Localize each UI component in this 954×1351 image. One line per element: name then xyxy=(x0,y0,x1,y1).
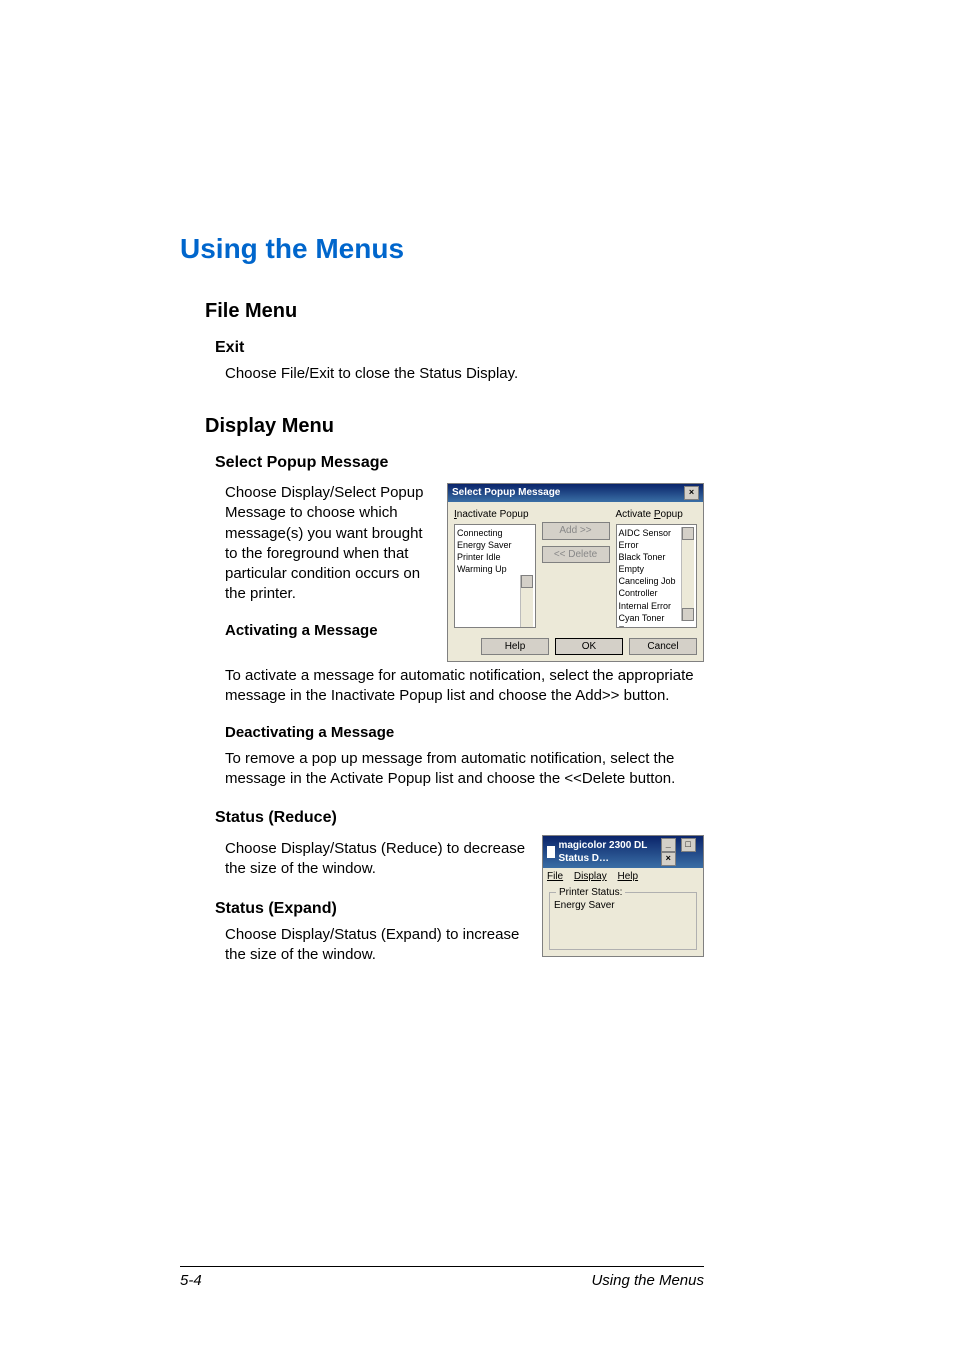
heading-display-menu: Display Menu xyxy=(205,413,704,440)
inactivate-listbox[interactable]: ConnectingEnergy SaverPrinter IdleWarmin… xyxy=(454,524,536,628)
printer-status-label: Printer Status: xyxy=(556,886,625,900)
footer-title: Using the Menus xyxy=(591,1271,704,1291)
close-icon[interactable]: × xyxy=(661,852,676,866)
cancel-button[interactable]: Cancel xyxy=(629,638,697,656)
heading-select-popup: Select Popup Message xyxy=(215,452,704,474)
body-activating: To activate a message for automatic noti… xyxy=(225,666,704,707)
list-item[interactable]: Warming Up xyxy=(457,563,533,575)
dialog-title: Select Popup Message xyxy=(452,486,560,500)
body-status-reduce: Choose Display/Status (Reduce) to decrea… xyxy=(225,839,530,880)
body-status-expand: Choose Display/Status (Expand) to increa… xyxy=(225,925,530,966)
scrollbar[interactable] xyxy=(681,527,694,621)
help-button[interactable]: Help xyxy=(481,638,549,656)
page-title: Using the Menus xyxy=(180,230,704,268)
scrollbar[interactable] xyxy=(520,575,533,627)
body-deactivating: To remove a pop up message from automati… xyxy=(225,749,704,790)
list-item[interactable]: Printer Idle xyxy=(457,551,533,563)
heading-status-reduce: Status (Reduce) xyxy=(215,807,704,829)
heading-exit: Exit xyxy=(215,337,704,359)
heading-deactivating: Deactivating a Message xyxy=(225,723,704,743)
printer-status-group: Printer Status: Energy Saver xyxy=(549,892,697,950)
body-select-popup: Choose Display/Select Popup Message to c… xyxy=(225,483,435,605)
menubar[interactable]: File Display Help xyxy=(543,868,703,886)
list-item[interactable]: Energy Saver xyxy=(457,539,533,551)
menu-file[interactable]: File xyxy=(547,871,563,882)
close-icon[interactable]: × xyxy=(684,486,699,500)
heading-file-menu: File Menu xyxy=(205,298,704,325)
menu-help[interactable]: Help xyxy=(617,871,638,882)
inactivate-label: Inactivate Popup xyxy=(454,508,536,522)
ok-button[interactable]: OK xyxy=(555,638,623,656)
status-dialog-title: magicolor 2300 DL Status D… xyxy=(558,839,658,866)
status-reduced-dialog: magicolor 2300 DL Status D… _ □ × File D… xyxy=(542,835,704,957)
select-popup-dialog: Select Popup Message × Inactivate Popup … xyxy=(447,483,704,662)
list-item[interactable]: Connecting xyxy=(457,527,533,539)
page-number: 5-4 xyxy=(180,1271,202,1291)
body-exit: Choose File/Exit to close the Status Dis… xyxy=(225,364,704,384)
menu-display[interactable]: Display xyxy=(574,871,607,882)
activate-listbox[interactable]: AIDC Sensor ErrorBlack Toner EmptyCancel… xyxy=(616,524,698,628)
printer-status-value: Energy Saver xyxy=(554,899,692,913)
minimize-icon[interactable]: _ xyxy=(661,838,676,852)
heading-activating: Activating a Message xyxy=(225,621,385,641)
maximize-icon[interactable]: □ xyxy=(681,838,696,852)
app-icon xyxy=(547,846,555,858)
delete-button[interactable]: << Delete xyxy=(542,546,610,564)
activate-label: Activate Popup xyxy=(616,508,698,522)
heading-status-expand: Status (Expand) xyxy=(215,898,530,920)
add-button[interactable]: Add >> xyxy=(542,522,610,540)
